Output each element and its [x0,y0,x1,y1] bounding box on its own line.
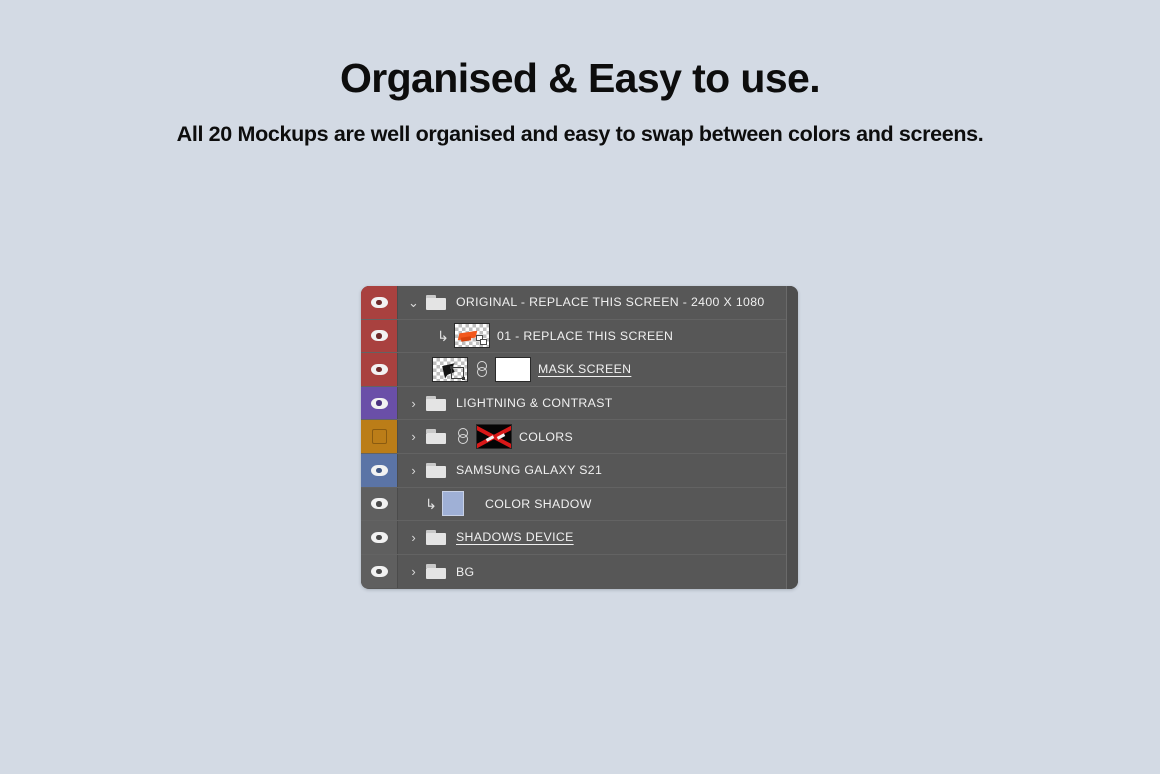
layer-row-body[interactable]: ⌄ ORIGINAL - REPLACE THIS SCREEN - 2400 … [398,286,786,319]
layer-visibility-toggle[interactable] [361,420,398,453]
folder-icon [426,429,446,445]
table-row[interactable]: ↳ 01 - REPLACE THIS SCREEN [361,319,786,354]
layer-visibility-toggle[interactable] [361,386,398,420]
layer-row-body[interactable]: › COLORS [398,420,786,453]
layers-panel-scrollbar[interactable] [786,286,798,589]
chevron-right-icon[interactable]: › [406,464,421,477]
table-row[interactable]: ↳ COLOR SHADOW [361,487,786,522]
chevron-right-icon[interactable]: › [406,531,421,544]
chevron-right-icon[interactable]: › [406,565,421,578]
folder-icon [426,294,446,310]
layer-name[interactable]: ORIGINAL - REPLACE THIS SCREEN - 2400 X … [456,295,765,309]
page-subtitle: All 20 Mockups are well organised and ea… [176,122,984,146]
layer-visibility-toggle[interactable] [361,554,398,589]
folder-icon [426,529,446,545]
layers-list: ⌄ ORIGINAL - REPLACE THIS SCREEN - 2400 … [361,286,786,589]
eye-icon [370,363,388,375]
layer-mask-thumbnail[interactable] [476,424,512,450]
layer-thumbnail[interactable] [442,491,464,517]
table-row[interactable]: › COLORS [361,420,786,454]
link-icon[interactable] [476,360,488,378]
eye-icon [370,498,388,510]
layer-name[interactable]: BG [456,565,474,579]
page-title: Organised & Easy to use. [339,55,821,101]
layer-visibility-toggle[interactable] [361,319,398,353]
link-icon[interactable] [457,428,469,445]
chevron-right-icon[interactable]: › [406,397,421,410]
layer-row-body[interactable]: ↳ 01 - REPLACE THIS SCREEN [398,320,786,353]
folder-icon [426,564,446,580]
layer-visibility-toggle[interactable] [361,487,398,521]
layer-row-body[interactable]: › BG [398,555,786,589]
clipping-mask-arrow-icon: ↳ [437,327,449,344]
layers-panel: ⌄ ORIGINAL - REPLACE THIS SCREEN - 2400 … [361,286,798,589]
table-row[interactable]: › SHADOWS DEVICE [361,521,786,555]
layer-name[interactable]: SHADOWS DEVICE [456,530,574,544]
eye-off-icon [371,429,387,445]
layer-row-body[interactable]: ↳ COLOR SHADOW [398,488,786,521]
table-row[interactable]: › SAMSUNG GALAXY S21 [361,453,786,488]
folder-icon [426,462,446,478]
disabled-mask-x-icon [477,425,511,449]
layer-row-body[interactable]: › LIGHTNING & CONTRAST [398,387,786,420]
layer-row-body[interactable]: MASK SCREEN [398,353,786,386]
layer-mask-thumbnail[interactable] [495,356,531,382]
layer-name[interactable]: SAMSUNG GALAXY S21 [456,463,602,477]
layer-row-body[interactable]: › SHADOWS DEVICE [398,521,786,554]
layer-thumbnail[interactable] [432,356,468,382]
layer-row-body[interactable]: › SAMSUNG GALAXY S21 [398,454,786,487]
chevron-right-icon[interactable]: › [406,430,421,443]
page-heading-block: Organised & Easy to use. All 20 Mockups … [0,52,1160,148]
smart-object-badge-icon [476,335,488,346]
chevron-down-icon[interactable]: ⌄ [406,296,421,309]
table-row[interactable]: MASK SCREEN [361,353,786,387]
layer-name[interactable]: 01 - REPLACE THIS SCREEN [497,329,673,343]
layer-visibility-toggle[interactable] [361,521,398,554]
eye-icon [370,397,388,409]
folder-icon [426,395,446,411]
eye-icon [370,566,388,578]
eye-icon [370,296,388,308]
table-row[interactable]: › BG [361,554,786,589]
table-row[interactable]: › LIGHTNING & CONTRAST [361,386,786,421]
layer-visibility-toggle[interactable] [361,453,398,487]
eye-icon [370,464,388,476]
layer-name[interactable]: COLORS [519,430,573,444]
layer-name[interactable]: COLOR SHADOW [485,497,592,511]
layer-visibility-toggle[interactable] [361,286,398,319]
layer-thumbnail[interactable] [454,323,490,349]
clipping-mask-arrow-icon: ↳ [425,495,437,512]
eye-icon [370,330,388,342]
layer-visibility-toggle[interactable] [361,353,398,386]
layer-name[interactable]: MASK SCREEN [538,362,631,376]
eye-icon [370,531,388,543]
layer-name[interactable]: LIGHTNING & CONTRAST [456,396,613,410]
table-row[interactable]: ⌄ ORIGINAL - REPLACE THIS SCREEN - 2400 … [361,286,786,320]
